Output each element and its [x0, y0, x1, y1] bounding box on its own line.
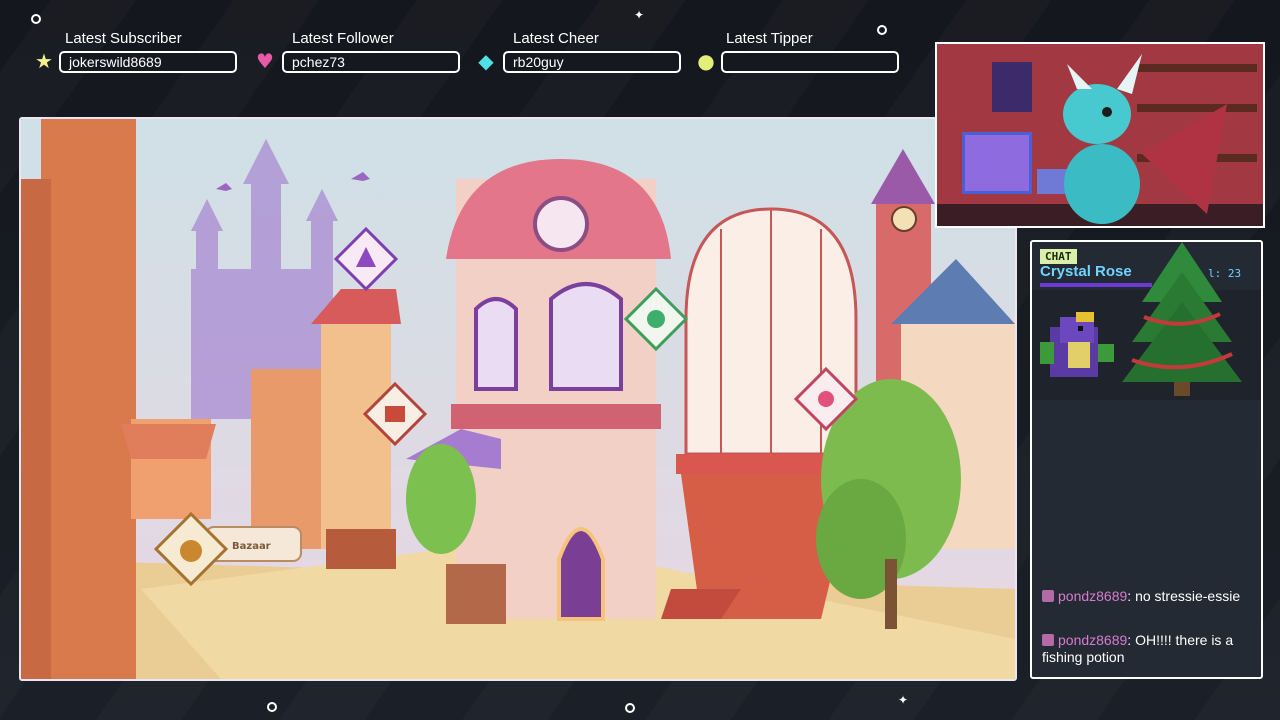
- latest-cheer-value: rb20guy: [503, 51, 681, 73]
- latest-cheer-label: Latest Cheer: [513, 30, 599, 47]
- heart-icon: ♥: [256, 49, 274, 73]
- chat-message-user[interactable]: pondz8689: [1058, 588, 1127, 604]
- user-emote-icon: [1042, 590, 1054, 602]
- latest-subscriber-label: Latest Subscriber: [65, 30, 182, 47]
- circle-decoration-icon: [877, 25, 887, 35]
- circle-decoration-icon: [31, 14, 41, 24]
- coin-icon: ●: [697, 49, 715, 73]
- latest-follower-value: pchez73: [282, 51, 460, 73]
- latest-subscriber-value: jokerswild8689: [59, 51, 237, 73]
- sparkle-icon: ✦: [898, 693, 909, 707]
- latest-follower-label: Latest Follower: [292, 30, 394, 47]
- chat-message: pondz8689: OH!!!! there is a fishing pot…: [1042, 632, 1234, 665]
- chat-message: pondz8689: no stressie-essie: [1042, 588, 1257, 605]
- bazaar-label: Bazaar: [232, 541, 271, 552]
- chat-scene-illustration: [1032, 242, 1261, 400]
- circle-decoration-icon: [625, 703, 635, 713]
- webcam-feed: [935, 42, 1265, 228]
- latest-tipper-value: [721, 51, 899, 73]
- chat-message-user[interactable]: pondz8689: [1058, 632, 1127, 648]
- game-scene-illustration: Bazaar: [21, 119, 1015, 679]
- star-icon: ★: [35, 49, 53, 73]
- user-emote-icon: [1042, 634, 1054, 646]
- circle-decoration-icon: [267, 702, 277, 712]
- latest-tipper-label: Latest Tipper: [726, 30, 813, 47]
- chat-panel: CHAT Crystal Rose l: 23 pondz8689: no st…: [1030, 240, 1263, 679]
- webcam-dragon-illustration: [937, 44, 1263, 226]
- sparkle-icon: ✦: [634, 8, 645, 22]
- game-capture: Bazaar: [19, 117, 1017, 681]
- gem-icon: ◆: [478, 49, 494, 73]
- chat-message-text: no stressie-essie: [1135, 588, 1241, 604]
